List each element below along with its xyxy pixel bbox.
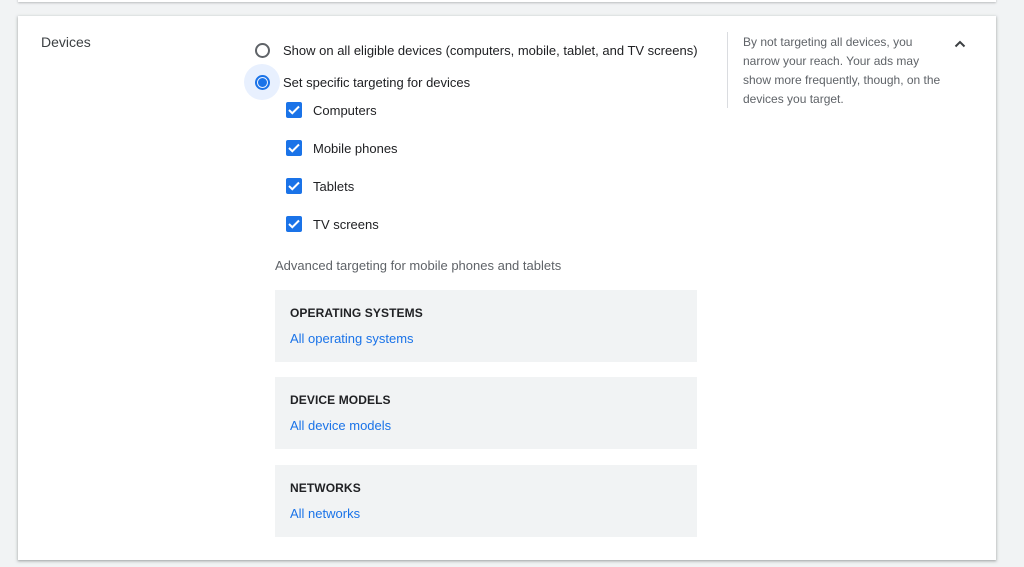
checkbox-label: Tablets <box>313 178 355 194</box>
radio-button-selected[interactable] <box>244 64 280 100</box>
radio-all-devices-label: Show on all eligible devices (computers,… <box>283 42 698 58</box>
radio-specific-devices[interactable]: Set specific targeting for devices <box>244 64 471 100</box>
panel-title: NETWORKS <box>290 481 361 495</box>
chevron-up-icon[interactable] <box>948 32 972 56</box>
checkbox-label: Mobile phones <box>313 140 398 156</box>
panel-title: OPERATING SYSTEMS <box>290 306 423 320</box>
networks-link[interactable]: All networks <box>290 506 360 521</box>
panel-title: DEVICE MODELS <box>290 393 391 407</box>
checkbox-label: TV screens <box>313 216 379 232</box>
section-title: Devices <box>41 34 91 50</box>
radio-button-unselected[interactable] <box>244 32 280 68</box>
check-icon[interactable] <box>286 216 302 232</box>
check-icon[interactable] <box>286 102 302 118</box>
devices-section-card: Devices Show on all eligible devices (co… <box>18 16 996 560</box>
checkbox-computers[interactable]: Computers <box>286 100 377 120</box>
operating-systems-link[interactable]: All operating systems <box>290 331 414 346</box>
checkbox-label: Computers <box>313 102 377 118</box>
check-icon[interactable] <box>286 140 302 156</box>
checkbox-tv-screens[interactable]: TV screens <box>286 214 379 234</box>
panel-networks: NETWORKS All networks <box>275 465 697 537</box>
checkbox-mobile-phones[interactable]: Mobile phones <box>286 138 398 158</box>
help-text: By not targeting all devices, you narrow… <box>743 35 941 106</box>
radio-all-devices[interactable]: Show on all eligible devices (computers,… <box>244 36 698 64</box>
advanced-targeting-label: Advanced targeting for mobile phones and… <box>275 258 562 273</box>
check-icon[interactable] <box>286 178 302 194</box>
help-divider <box>727 32 728 108</box>
radio-specific-devices-label: Set specific targeting for devices <box>283 74 471 90</box>
checkbox-tablets[interactable]: Tablets <box>286 176 354 196</box>
device-models-link[interactable]: All device models <box>290 418 391 433</box>
panel-device-models: DEVICE MODELS All device models <box>275 377 697 449</box>
panel-operating-systems: OPERATING SYSTEMS All operating systems <box>275 290 697 362</box>
previous-section-card <box>18 0 996 2</box>
